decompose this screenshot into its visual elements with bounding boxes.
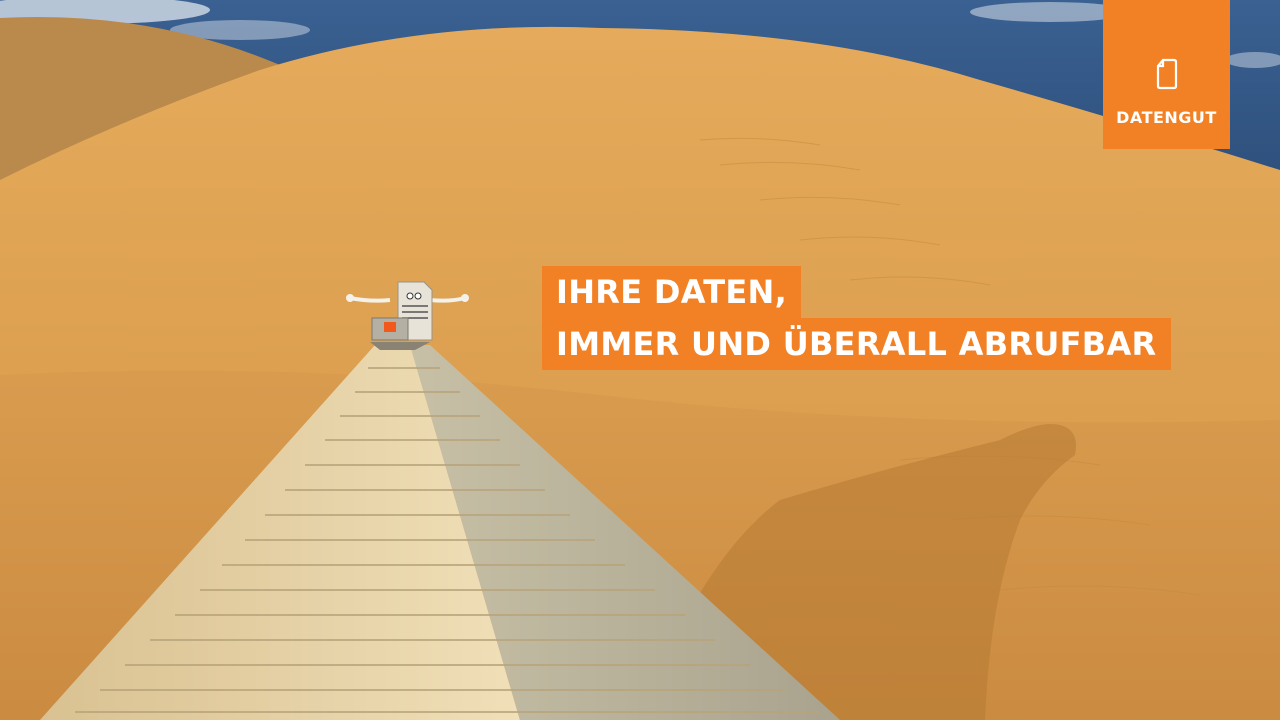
headline-line-1: IHRE DATEN,: [542, 266, 802, 318]
document-icon: [1156, 58, 1177, 90]
datengut-logo[interactable]: DATENGUT: [1103, 0, 1230, 149]
logo-brand-text: DATENGUT: [1116, 108, 1217, 127]
headline-line-2: IMMER UND ÜBERALL ABRUFBAR: [542, 318, 1171, 370]
